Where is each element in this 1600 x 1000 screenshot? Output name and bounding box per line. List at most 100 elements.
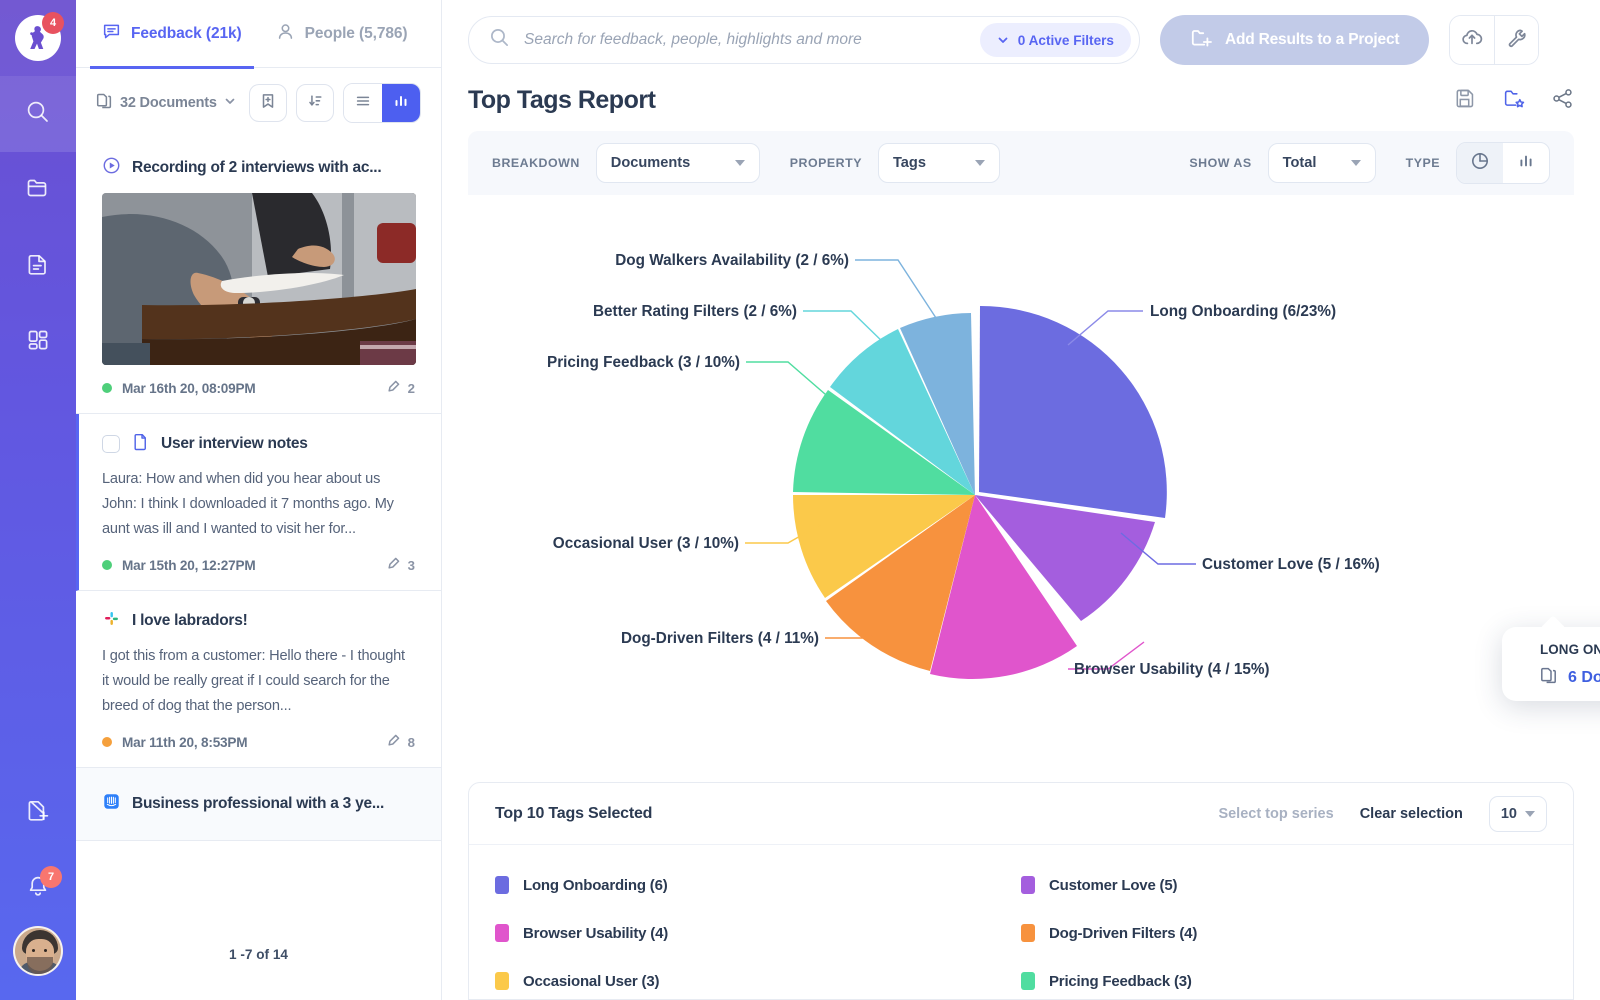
pie-label-customer-love: Customer Love (5 / 16%): [1202, 556, 1380, 573]
list-item-title: I love labradors!: [132, 612, 248, 629]
highlight-count: 2: [386, 379, 415, 397]
search-input[interactable]: [510, 31, 980, 49]
sidebar-item-dashboards[interactable]: [0, 304, 76, 380]
save-icon: [1453, 87, 1476, 115]
status-dot: [102, 737, 112, 747]
legend-swatch: [1021, 972, 1035, 990]
list-item[interactable]: User interview notes Laura: How and when…: [76, 414, 441, 591]
intercom-icon: [102, 792, 121, 816]
search-bar[interactable]: 0 Active Filters: [468, 16, 1140, 64]
series-count-select[interactable]: 10: [1488, 795, 1547, 832]
thumbnail-image: [102, 193, 416, 365]
share-icon: [1551, 87, 1574, 115]
list-view-button[interactable]: [344, 84, 382, 122]
timestamp: Mar 11th 20, 8:53PM: [122, 734, 248, 750]
pie-chart-type-button[interactable]: [1457, 143, 1503, 183]
highlighter-icon: [386, 379, 401, 397]
timestamp: Mar 15th 20, 12:27PM: [122, 557, 256, 573]
save-report-button[interactable]: [1453, 87, 1476, 115]
breakdown-select[interactable]: Documents: [595, 143, 760, 183]
legend-item-label: Pricing Feedback (3): [1049, 972, 1192, 990]
tab-people[interactable]: People (5,786): [276, 0, 408, 68]
chevron-down-icon: [734, 160, 745, 166]
pie-tooltip: LONG ONBOARDING (6/23%) 6 Documents: [1502, 627, 1600, 701]
panel-tabs: Feedback (21k) People (5,786): [76, 0, 441, 69]
pie-chart[interactable]: Dog Walkers Availability (2 / 6%) Better…: [468, 195, 1564, 759]
person-icon: [276, 22, 295, 46]
pie-slice-long-onboarding: [979, 305, 1167, 518]
documents-stack-icon: [96, 92, 113, 114]
property-select[interactable]: Tags: [877, 143, 1000, 183]
sidebar-item-new-document[interactable]: [0, 774, 76, 850]
chart-view-button[interactable]: [382, 84, 420, 122]
sort-button[interactable]: [296, 84, 334, 122]
legend-panel-header: Top 10 Tags Selected Select top series C…: [469, 783, 1573, 845]
sidebar-item-search[interactable]: [0, 76, 76, 152]
documents-count-label: 32 Documents: [120, 95, 217, 111]
list-item[interactable]: Business professional with a 3 ye...: [76, 768, 441, 841]
list-toolbar: 32 Documents: [76, 68, 441, 138]
sort-icon: [306, 92, 324, 115]
list-item[interactable]: I love labradors! I got this from a cust…: [76, 591, 441, 768]
chevron-down-icon: [1350, 160, 1361, 166]
pie-label-dog-walkers-availability: Dog Walkers Availability (2 / 6%): [615, 252, 849, 269]
active-filters-pill[interactable]: 0 Active Filters: [979, 23, 1131, 57]
add-to-folder-button[interactable]: [1502, 87, 1525, 115]
legend-item[interactable]: Pricing Feedback (3): [1021, 957, 1547, 999]
legend-item[interactable]: Dog-Driven Filters (4): [1021, 909, 1547, 957]
wrench-icon: [1506, 27, 1528, 54]
chart-view-icon: [392, 92, 410, 115]
share-button[interactable]: [1551, 87, 1574, 115]
card-header: I love labradors!: [102, 609, 415, 633]
legend-swatch: [495, 876, 509, 894]
legend-item[interactable]: Browser Usability (4): [495, 909, 1021, 957]
folder-add-icon: [1190, 27, 1212, 54]
list-item-checkbox[interactable]: [102, 435, 120, 453]
bar-chart-type-button[interactable]: [1503, 143, 1549, 183]
chart-type-group: [1456, 142, 1550, 184]
tools-button[interactable]: [1494, 16, 1539, 64]
sidebar-item-projects[interactable]: [0, 152, 76, 228]
highlight-count-label: 2: [407, 380, 415, 396]
legend-panel-actions: Select top series Clear selection 10: [1218, 795, 1547, 832]
legend-item[interactable]: Long Onboarding (6): [495, 861, 1021, 909]
tab-feedback[interactable]: Feedback (21k): [90, 0, 254, 69]
report-actions: [1453, 87, 1574, 115]
feedback-icon: [102, 22, 121, 46]
select-top-series-button[interactable]: Select top series: [1218, 806, 1333, 822]
bookmark-add-button[interactable]: [249, 84, 287, 122]
list-view-icon: [354, 92, 372, 115]
sidebar-item-documents[interactable]: [0, 228, 76, 304]
top-utility-buttons: [1449, 15, 1540, 65]
list-item[interactable]: Recording of 2 interviews with ac... Mar…: [76, 138, 441, 414]
add-to-folder-icon: [1502, 87, 1525, 115]
chevron-down-icon: [997, 34, 1009, 46]
legend-item-label: Occasional User (3): [523, 972, 660, 990]
play-circle-icon: [102, 156, 121, 180]
legend-item[interactable]: Customer Love (5): [1021, 861, 1547, 909]
legend-item-label: Customer Love (5): [1049, 876, 1178, 894]
top-bar: 0 Active Filters Add Results to a Projec…: [442, 0, 1600, 80]
clear-selection-button[interactable]: Clear selection: [1360, 806, 1463, 822]
show-as-select[interactable]: Total: [1267, 143, 1376, 183]
tooltip-documents-row[interactable]: 6 Documents: [1540, 666, 1600, 689]
slack-icon: [102, 609, 121, 633]
timestamp: Mar 16th 20, 08:09PM: [122, 380, 256, 396]
card-footer: Mar 16th 20, 08:09PM 2: [102, 379, 415, 397]
legend-item[interactable]: Occasional User (3): [495, 957, 1021, 999]
logo-badge: 4: [42, 12, 64, 34]
upload-button[interactable]: [1450, 16, 1495, 64]
documents-count-dropdown[interactable]: 32 Documents: [96, 92, 236, 114]
chevron-down-icon: [974, 160, 985, 166]
sidebar-item-notifications[interactable]: 7: [0, 850, 76, 926]
bookmark-add-icon: [259, 92, 277, 115]
avatar[interactable]: [13, 926, 63, 976]
legend-panel: Top 10 Tags Selected Select top series C…: [468, 782, 1574, 1000]
add-to-project-button[interactable]: Add Results to a Project: [1160, 15, 1430, 65]
show-as-label: SHOW AS: [1189, 156, 1252, 170]
left-nav-rail: 4 7: [0, 0, 76, 1000]
app-logo[interactable]: 4: [0, 0, 76, 76]
legend-item-label: Dog-Driven Filters (4): [1049, 924, 1198, 942]
chart-controls: BREAKDOWN Documents PROPERTY Tags SHOW A…: [468, 131, 1574, 195]
list-item-snippet: Laura: How and when did you hear about u…: [102, 471, 394, 537]
